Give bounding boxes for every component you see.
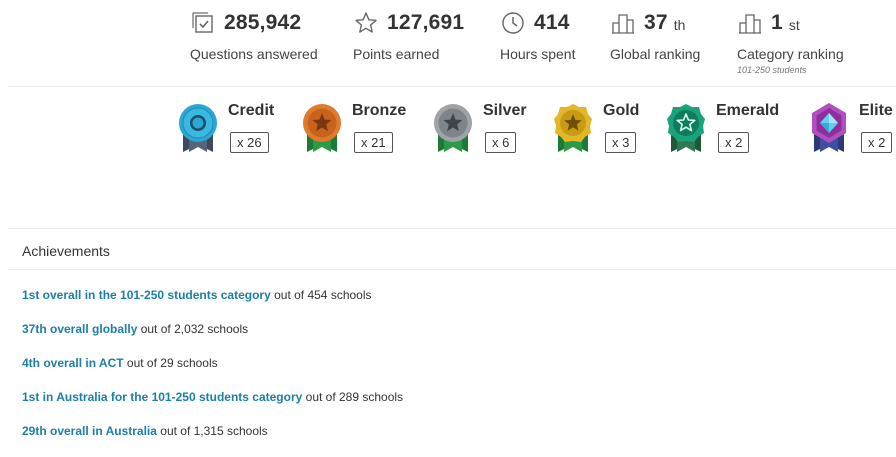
stat-label: Points earned [353,46,440,62]
badge-count: x 26 [230,132,269,153]
stat-sublabel: 101-250 students [737,65,807,75]
badge-name: Emerald [716,102,780,119]
bronze-medal-icon [303,104,341,152]
stat-value: 414 [534,11,570,34]
podium-icon [610,10,636,36]
elite-medal-icon [812,103,846,152]
stat-value: 37 [644,11,668,34]
badge-name: Elite [859,102,893,119]
stat-suffix: st [788,17,800,33]
badge-count: x 3 [605,132,637,153]
badge-name: Credit [228,102,275,119]
clock-icon [500,10,526,36]
list-item: 29th overall in Australia out of 1,315 s… [22,423,403,457]
badge-silver: Silver x 6 [430,100,550,162]
badge-count: x 2 [861,132,893,153]
star-outline-icon [353,10,379,36]
stat-category-ranking: 1 st Category ranking 101-250 students [737,8,844,75]
stat-label: Questions answered [190,46,318,62]
stat-global-ranking: 37 th Global ranking [610,8,700,62]
achievement-detail: out of 454 schools [270,288,372,302]
badge-gold: Gold x 3 [550,100,670,162]
silver-medal-icon [434,104,472,152]
achievement-detail: out of 29 schools [123,356,218,370]
stat-hours-spent: 414 Hours spent [500,8,575,62]
badge-count: x 2 [718,132,750,153]
achievements-panel: Achievements 1st overall in the 101-250 … [8,228,896,447]
badge-count: x 6 [485,132,517,153]
badge-name: Bronze [352,102,407,119]
badge-elite: Elite x 2 [806,100,896,162]
list-item: 4th overall in ACT out of 29 schools [22,355,403,389]
badge-emerald: Emerald x 2 [663,100,783,162]
stat-value: 1 [771,11,783,34]
emerald-medal-icon [667,104,705,152]
badge-name: Gold [603,102,640,119]
achievement-link[interactable]: 37th overall globally [22,322,137,336]
badge-credit: Credit x 26 [175,100,295,162]
stat-label: Hours spent [500,46,576,62]
gold-medal-icon [554,104,592,152]
podium-icon [737,10,763,36]
list-item: 1st overall in the 101-250 students cate… [22,287,403,321]
divider [8,86,896,87]
achievement-detail: out of 1,315 schools [156,424,268,438]
list-item: 1st in Australia for the 101-250 student… [22,389,403,423]
checkbox-icon [190,10,216,36]
achievement-link[interactable]: 1st in Australia for the 101-250 student… [22,390,302,404]
achievement-link[interactable]: 4th overall in ACT [22,356,124,370]
achievement-detail: out of 2,032 schools [137,322,249,336]
badge-count: x 21 [354,132,393,153]
stat-questions-answered: 285,942 Questions answered [190,8,318,62]
stat-label: Category ranking [737,46,844,62]
badge-bronze: Bronze x 21 [299,100,419,162]
achievements-title: Achievements [22,243,110,259]
achievement-link[interactable]: 29th overall in Australia [22,424,157,438]
achievements-list: 1st overall in the 101-250 students cate… [22,287,403,457]
credit-medal-icon [179,104,217,152]
list-item: 37th overall globally out of 2,032 schoo… [22,321,403,355]
achievement-detail: out of 289 schools [302,390,404,404]
badge-name: Silver [483,102,527,119]
stat-label: Global ranking [610,46,701,62]
stat-points-earned: 127,691 Points earned [353,8,464,62]
stat-suffix: th [673,17,686,33]
stat-value: 285,942 [224,11,302,34]
achievement-link[interactable]: 1st overall in the 101-250 students cate… [22,288,271,302]
stat-value: 127,691 [387,11,465,34]
divider [8,269,896,270]
